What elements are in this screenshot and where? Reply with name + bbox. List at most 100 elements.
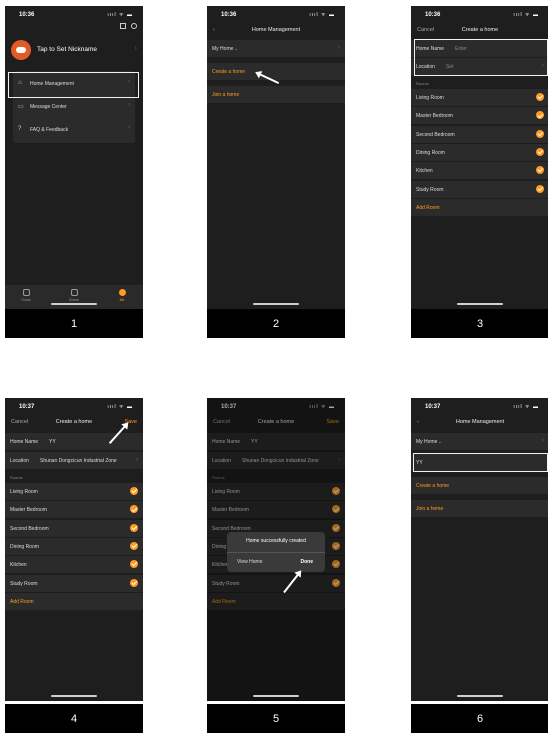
chevron-right-icon: › bbox=[338, 45, 340, 51]
field-label: Location bbox=[10, 458, 29, 464]
phone-screen-3: 10:36 ıııl ᯤ ▬ Cancel Create a home Home… bbox=[411, 6, 548, 309]
status-time: 10:37 bbox=[425, 404, 441, 410]
room-name: Second Bedroom bbox=[416, 131, 455, 138]
create-home-row[interactable]: Create a home bbox=[207, 63, 345, 80]
chevron-right-icon: › bbox=[136, 457, 138, 463]
status-icons: ıııl ᯤ ▬ bbox=[309, 12, 335, 18]
room-row[interactable]: Living Room bbox=[411, 89, 548, 106]
room-row[interactable]: Second Bedroom bbox=[5, 519, 143, 537]
add-room-label: Add Room bbox=[10, 599, 34, 605]
me-tab-icon bbox=[118, 289, 126, 296]
menu-item-message-center[interactable]: ▭ Message Center › bbox=[13, 97, 135, 117]
room-name: Master Bedroom bbox=[416, 113, 453, 120]
menu-label: Message Center bbox=[30, 104, 67, 110]
home-tab-icon bbox=[22, 289, 30, 296]
add-room-button[interactable]: Add Room bbox=[5, 593, 143, 610]
room-row[interactable]: Master Bedroom bbox=[411, 107, 548, 125]
tab-bar: Home Scene Me bbox=[5, 285, 143, 309]
page-title: Home Management bbox=[251, 27, 301, 33]
step-label: 3 bbox=[411, 309, 548, 338]
room-name: Living Room bbox=[416, 95, 444, 101]
check-icon[interactable] bbox=[130, 578, 138, 587]
status-time: 10:36 bbox=[221, 12, 237, 18]
location-field[interactable]: Location Shunan Dongcicun Industrial Zon… bbox=[5, 452, 143, 469]
status-time: 10:36 bbox=[19, 12, 35, 18]
step-label: 5 bbox=[207, 704, 345, 733]
status-icons: ıııl ᯤ ▬ bbox=[513, 12, 539, 18]
check-icon[interactable] bbox=[536, 147, 544, 156]
check-icon[interactable] bbox=[130, 505, 138, 514]
settings-icon[interactable] bbox=[131, 23, 137, 29]
check-icon[interactable] bbox=[130, 560, 138, 569]
check-icon[interactable] bbox=[130, 523, 138, 532]
view-home-button[interactable]: View Home bbox=[237, 559, 262, 565]
home-row[interactable]: My Home .. › bbox=[207, 40, 345, 57]
nav-bar: Cancel Create a home bbox=[411, 24, 548, 38]
check-icon[interactable] bbox=[130, 541, 138, 550]
home-name: My Home .. bbox=[416, 439, 442, 445]
phone-screen-1: 10:36 ıııl ᯤ ▬ Tap to Set Nickname › ⌂ H… bbox=[5, 6, 143, 309]
highlight-box bbox=[413, 453, 548, 472]
nav-bar: ‹ Home Management bbox=[207, 24, 345, 38]
phone-screen-4: 10:37 ıııl ᯤ ▬ Cancel Create a home Save… bbox=[5, 398, 143, 701]
check-icon[interactable] bbox=[536, 93, 544, 101]
home-indicator bbox=[253, 695, 299, 697]
status-bar: 10:36 ıııl ᯤ ▬ bbox=[411, 6, 548, 24]
status-time: 10:36 bbox=[425, 12, 441, 18]
tab-home[interactable]: Home bbox=[11, 289, 41, 302]
done-button[interactable]: Done bbox=[301, 559, 314, 565]
room-name: Kitchen bbox=[10, 562, 27, 569]
nickname-label[interactable]: Tap to Set Nickname bbox=[37, 46, 97, 53]
join-home-row[interactable]: Join a home bbox=[207, 86, 345, 103]
help-icon: ? bbox=[18, 126, 22, 132]
highlight-box bbox=[8, 72, 139, 98]
tab-me[interactable]: Me bbox=[107, 289, 137, 302]
status-bar: 10:37 ıııl ᯤ ▬ bbox=[5, 398, 143, 416]
step-label: 6 bbox=[411, 704, 548, 733]
rooms-header: Rooms bbox=[416, 81, 429, 86]
room-name: Study Room bbox=[10, 580, 38, 587]
room-name: Kitchen bbox=[416, 168, 433, 175]
room-row[interactable]: Second Bedroom bbox=[411, 125, 548, 143]
room-row[interactable]: Kitchen bbox=[5, 556, 143, 574]
room-row[interactable]: Living Room bbox=[5, 483, 143, 500]
home-row[interactable]: My Home .. › bbox=[411, 433, 548, 450]
rooms-header: Rooms bbox=[10, 475, 23, 480]
tab-scene[interactable]: Scene bbox=[59, 289, 89, 302]
chevron-right-icon: › bbox=[128, 125, 130, 131]
check-icon[interactable] bbox=[130, 487, 138, 495]
home-indicator bbox=[253, 303, 299, 305]
location-value: Shunan Dongcicun Industrial Zone bbox=[40, 458, 117, 464]
room-row[interactable]: Study Room bbox=[5, 574, 143, 592]
room-row[interactable]: Dining Room bbox=[411, 143, 548, 161]
room-name: Master Bedroom bbox=[10, 507, 47, 514]
status-bar: 10:36 ıııl ᯤ ▬ bbox=[5, 6, 143, 24]
status-icons: ıııl ᯤ ▬ bbox=[107, 12, 133, 18]
scan-icon[interactable] bbox=[120, 23, 126, 29]
page-title: Home Management bbox=[455, 419, 505, 425]
check-icon[interactable] bbox=[536, 129, 544, 138]
check-icon[interactable] bbox=[536, 111, 544, 120]
highlight-box bbox=[414, 39, 548, 76]
chevron-right-icon: › bbox=[134, 45, 137, 52]
tab-label: Scene bbox=[69, 298, 79, 302]
room-row[interactable]: Master Bedroom bbox=[5, 501, 143, 519]
menu-item-faq[interactable]: ? FAQ & Feedback › bbox=[13, 120, 135, 140]
check-icon[interactable] bbox=[536, 166, 544, 175]
step-label: 4 bbox=[5, 704, 143, 733]
avatar[interactable] bbox=[11, 40, 31, 60]
create-home-row[interactable]: Create a home bbox=[411, 477, 548, 494]
room-row[interactable]: Dining Room bbox=[5, 537, 143, 555]
add-room-button[interactable]: Add Room bbox=[411, 199, 548, 216]
home-indicator bbox=[457, 303, 503, 305]
tab-label: Home bbox=[21, 298, 31, 302]
step-label: 1 bbox=[5, 309, 143, 338]
chevron-right-icon: › bbox=[128, 102, 130, 108]
join-home-row[interactable]: Join a home bbox=[411, 500, 548, 517]
room-row[interactable]: Kitchen bbox=[411, 162, 548, 180]
phone-screen-2: 10:36 ıııl ᯤ ▬ ‹ Home Management My Home… bbox=[207, 6, 345, 309]
check-icon[interactable] bbox=[536, 184, 544, 193]
home-name-input[interactable]: YY bbox=[49, 439, 56, 445]
home-name-field[interactable]: Home Name YY bbox=[5, 433, 143, 450]
room-row[interactable]: Study Room bbox=[411, 180, 548, 198]
